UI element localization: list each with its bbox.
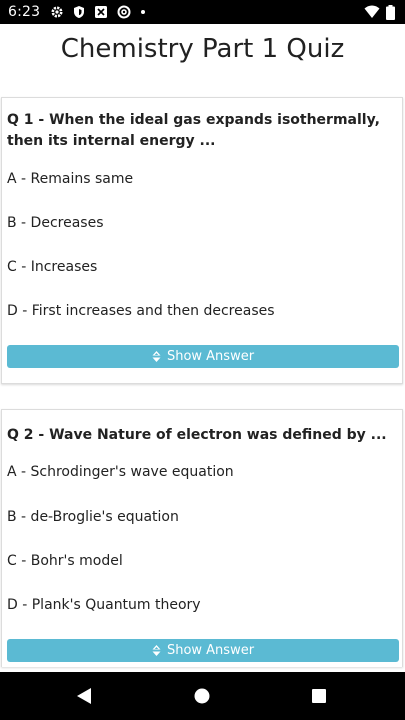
show-answer-label: Show Answer: [166, 349, 255, 364]
page-title: Chemistry Part 1 Quiz: [60, 34, 345, 64]
status-time: 6:23: [8, 4, 41, 20]
at-sign-icon: [117, 5, 131, 19]
recents-icon[interactable]: [289, 672, 349, 720]
question-text: Q 1 - When the ideal gas expands isother…: [7, 112, 380, 149]
settings-icon: [50, 5, 64, 19]
question-card-2: Q 2 - Wave Nature of electron was define…: [1, 409, 403, 667]
option-c[interactable]: C - Increases: [7, 258, 97, 276]
option-b[interactable]: B - de-Broglie's equation: [7, 508, 179, 526]
back-icon[interactable]: [54, 672, 114, 720]
shield-icon: [73, 5, 85, 19]
sort-icon: [152, 645, 161, 656]
dot-icon: [140, 9, 146, 15]
option-a[interactable]: A - Remains same: [7, 170, 133, 188]
status-bar: 6:23: [0, 0, 405, 24]
question-text: Q 2 - Wave Nature of electron was define…: [7, 427, 387, 443]
navigation-bar: [0, 672, 405, 720]
option-b[interactable]: B - Decreases: [7, 214, 104, 232]
question-card-1: Q 1 - When the ideal gas expands isother…: [1, 97, 403, 384]
wifi-icon: [364, 5, 380, 19]
option-c[interactable]: C - Bohr's model: [7, 552, 123, 570]
home-icon[interactable]: [172, 672, 232, 720]
option-d[interactable]: D - First increases and then decreases: [7, 302, 275, 320]
show-answer-button[interactable]: Show Answer: [7, 639, 399, 662]
show-answer-button[interactable]: Show Answer: [7, 345, 399, 368]
battery-icon: [386, 4, 395, 20]
sort-icon: [152, 351, 161, 362]
option-a[interactable]: A - Schrodinger's wave equation: [7, 463, 234, 481]
show-answer-label: Show Answer: [166, 643, 255, 658]
option-d[interactable]: D - Plank's Quantum theory: [7, 596, 201, 614]
wifi-off-icon: [94, 5, 108, 19]
